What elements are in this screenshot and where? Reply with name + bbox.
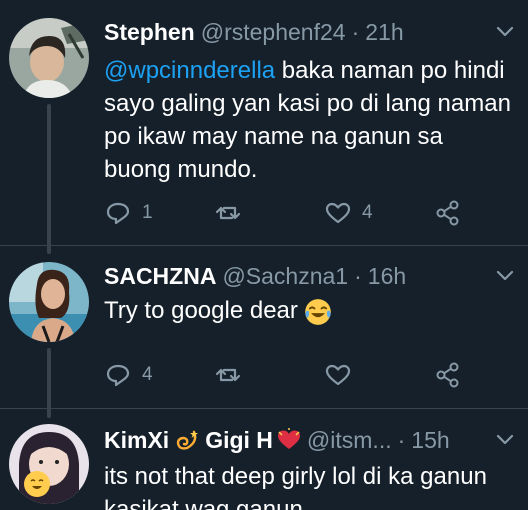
like-button[interactable]: 4 xyxy=(324,198,373,228)
tweet-actions: 4 xyxy=(104,360,504,390)
timestamp[interactable]: 15h xyxy=(411,427,449,454)
username[interactable]: @itsm... xyxy=(307,427,392,454)
retweet-button[interactable] xyxy=(214,360,242,390)
tweet-text: Try to google dear xyxy=(104,294,514,327)
retweet-icon xyxy=(215,368,241,382)
avatar[interactable] xyxy=(9,262,89,342)
tweet-sachzna[interactable]: SACHZNA @Sachzna1 · 16h Try to google de… xyxy=(0,258,528,398)
tweet-header: KimXi Gigi H @itsm... · 15h xyxy=(104,422,450,458)
display-name[interactable]: Stephen xyxy=(104,19,195,46)
tweet-text-content: its not that deep girly lol di ka ganun … xyxy=(104,463,487,510)
reply-icon xyxy=(106,364,130,387)
heart-emoji xyxy=(277,428,300,449)
tweet-header: Stephen @rstephenf24 · 21h xyxy=(104,14,404,50)
reply-button[interactable]: 1 xyxy=(104,198,153,228)
display-name[interactable]: KimXi xyxy=(104,427,169,454)
display-name-secondary[interactable]: Gigi H xyxy=(205,427,273,454)
divider xyxy=(0,408,528,409)
retweet-button[interactable] xyxy=(214,198,242,228)
separator-dot: · xyxy=(397,426,406,453)
like-icon xyxy=(325,364,351,386)
tweet-text-content: Try to google dear xyxy=(104,297,298,324)
like-icon xyxy=(325,202,351,224)
like-button[interactable] xyxy=(324,360,352,390)
reply-icon xyxy=(106,202,130,225)
timestamp[interactable]: 16h xyxy=(368,263,406,290)
divider xyxy=(0,245,528,246)
reply-count: 4 xyxy=(142,364,153,385)
share-button[interactable] xyxy=(434,360,462,390)
mention-link[interactable]: @wpcinnderella xyxy=(104,57,275,84)
chevron-down-icon[interactable] xyxy=(494,264,516,286)
avatar[interactable] xyxy=(9,424,89,504)
tweet-text: @wpcinnderella baka naman po hindi sayo … xyxy=(104,54,514,186)
username[interactable]: @rstephenf24 xyxy=(201,19,346,46)
chevron-down-icon[interactable] xyxy=(494,20,516,42)
reply-count: 1 xyxy=(142,202,153,223)
tweet-actions: 1 4 xyxy=(104,198,504,228)
tweet-stephen[interactable]: Stephen @rstephenf24 · 21h @wpcinnderell… xyxy=(0,14,528,236)
tweet-kimxi[interactable]: KimXi Gigi H @itsm... · 15h its not that… xyxy=(0,422,528,510)
dizzy-emoji xyxy=(176,430,199,450)
separator-dot: · xyxy=(351,18,360,45)
avatar[interactable] xyxy=(9,18,89,98)
chevron-down-icon[interactable] xyxy=(494,428,516,450)
like-count: 4 xyxy=(362,202,373,223)
separator-dot: · xyxy=(354,262,362,289)
tweet-header: SACHZNA @Sachzna1 · 16h xyxy=(104,258,406,294)
timestamp[interactable]: 21h xyxy=(365,19,403,46)
share-button[interactable] xyxy=(434,198,462,228)
retweet-icon xyxy=(215,206,241,220)
tweet-text: its not that deep girly lol di ka ganun … xyxy=(104,460,514,510)
reply-button[interactable]: 4 xyxy=(104,360,153,390)
share-icon xyxy=(436,362,459,388)
username[interactable]: @Sachzna1 xyxy=(222,263,348,290)
crying-laughing-emoji xyxy=(305,298,331,325)
display-name[interactable]: SACHZNA xyxy=(104,263,216,290)
share-icon xyxy=(436,200,459,226)
